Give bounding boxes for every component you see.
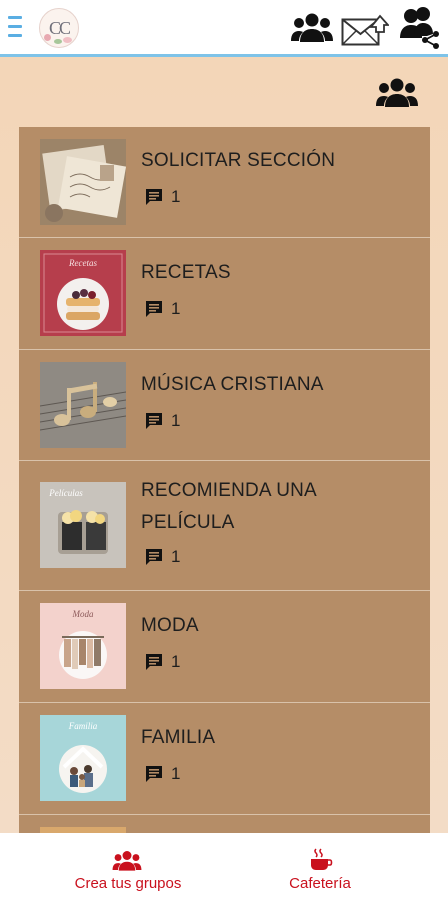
list-item[interactable]: Películas RECOMIENDA UNA PELÍCULA 1 [19,461,430,591]
bottom-navigation: Crea tus grupos Cafetería [0,833,448,900]
item-title: FAMILIA [141,727,216,748]
comment-icon [146,654,162,670]
share-users-icon[interactable] [399,6,441,50]
comment-count: 1 [145,547,180,567]
comment-count: 1 [145,764,180,784]
cake-image: Recetas [40,250,126,336]
comment-icon [146,766,162,782]
count-value: 1 [171,547,181,566]
comment-count: 1 [145,411,180,431]
groups-icon[interactable] [291,12,333,44]
clothes-rack-image: Moda [40,603,126,689]
tab-create-groups[interactable]: Crea tus grupos [16,833,240,900]
tab-cafeteria[interactable]: Cafetería [208,833,432,900]
thumb-caption: Recetas [68,258,97,268]
comment-count: 1 [145,299,180,319]
list-item[interactable]: Moda MODA 1 [19,591,430,703]
groups-icon[interactable] [376,77,418,109]
count-value: 1 [171,299,181,318]
list-item[interactable]: MÚSICA CRISTIANA 1 [19,350,430,461]
logo-text: CC [48,17,71,38]
list-item[interactable]: SOLICITAR SECCIÓN 1 [19,127,430,238]
comment-icon [146,189,162,205]
postcard-image [40,139,126,225]
thumb-caption: Familia [68,721,98,731]
family-image: Familia [40,715,126,801]
menu-icon[interactable] [8,16,22,38]
top-app-bar: CC [0,0,448,57]
list-item[interactable]: Recetas RECETAS 1 [19,238,430,350]
groups-icon [112,851,142,871]
thumb-caption: Moda [72,609,94,619]
count-value: 1 [171,764,181,783]
comment-icon [146,301,162,317]
item-title-line-2: PELÍCULA [141,512,235,533]
groups-list: SOLICITAR SECCIÓN 1 Recetas RECETAS 1 MÚ… [19,127,430,833]
comment-count: 1 [145,652,180,672]
count-value: 1 [171,187,181,206]
item-title-line-1: RECOMIENDA UNA [141,480,317,501]
comment-count: 1 [145,187,180,207]
item-title: MODA [141,615,199,636]
coffee-cup-icon [311,848,333,870]
music-notes-image [40,362,126,448]
item-title: RECETAS [141,262,231,283]
count-value: 1 [171,411,181,430]
item-title: SOLICITAR SECCIÓN [141,150,336,171]
list-item-partial[interactable] [19,815,430,833]
mail-icon[interactable] [341,13,389,47]
popcorn-image: Películas [40,482,126,568]
app-logo[interactable]: CC [39,8,79,48]
comment-icon [146,413,162,429]
list-item[interactable]: Familia FAMILIA 1 [19,703,430,815]
item-title: MÚSICA CRISTIANA [141,374,324,395]
thumb-caption: Películas [48,488,83,498]
comment-icon [146,549,162,565]
tab-label: Cafetería [289,875,351,892]
count-value: 1 [171,652,181,671]
tab-label: Crea tus grupos [74,875,182,892]
